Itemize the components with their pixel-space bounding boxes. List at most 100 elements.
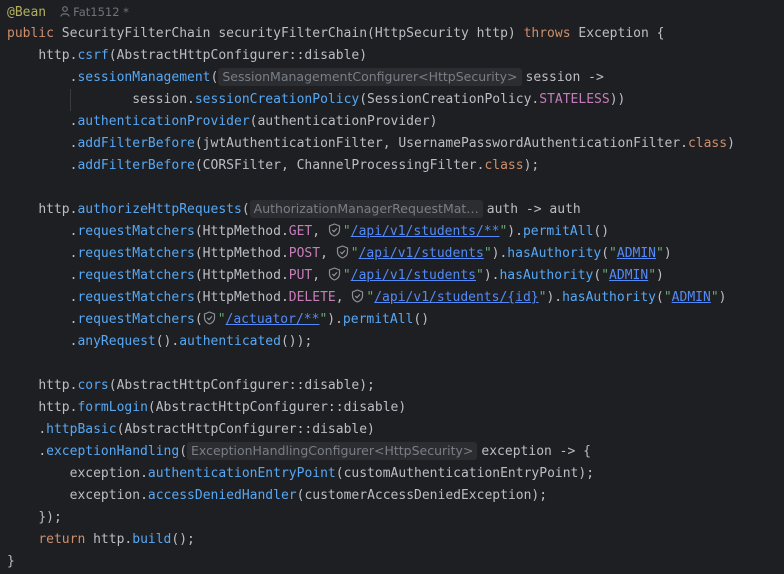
code-text: )) bbox=[609, 92, 626, 107]
code-text: ). bbox=[491, 246, 508, 261]
code-text: (); bbox=[171, 532, 195, 547]
code-text: exception -> { bbox=[481, 444, 591, 459]
type-hint[interactable]: SessionManagementConfigurer<HttpSecurity… bbox=[218, 68, 522, 86]
code-text: ). bbox=[507, 224, 523, 239]
url-link[interactable]: /api/v1/students bbox=[359, 246, 484, 261]
code-line-22: exception.authenticationEntryPoint(custo… bbox=[0, 463, 784, 485]
code-text: ). bbox=[327, 312, 343, 327]
code-text: }); bbox=[38, 510, 62, 525]
code-text: ()); bbox=[280, 334, 313, 349]
method-authentication-provider[interactable]: authenticationProvider bbox=[77, 114, 249, 129]
code-text: (AbstractHttpConfigurer::disable) bbox=[116, 422, 375, 437]
shield-icon[interactable] bbox=[203, 311, 216, 325]
url-link[interactable]: /api/v1/students bbox=[351, 268, 476, 283]
string-quote: " bbox=[710, 290, 719, 305]
string-quote: " bbox=[217, 312, 226, 327]
code-text: ). bbox=[546, 290, 563, 305]
code-text: (HttpMethod. bbox=[194, 246, 289, 261]
code-text: } bbox=[7, 554, 15, 569]
code-text: auth -> auth bbox=[486, 202, 581, 217]
person-icon bbox=[60, 6, 70, 17]
string-quote: " bbox=[663, 290, 672, 305]
constant-http-method: POST bbox=[288, 246, 321, 261]
code-text: () bbox=[593, 224, 610, 239]
shield-icon[interactable] bbox=[351, 289, 364, 303]
method-request-matchers[interactable]: requestMatchers bbox=[77, 290, 194, 305]
code-text: (customAuthenticationEntryPoint); bbox=[335, 466, 595, 481]
string-quote: " bbox=[475, 268, 484, 283]
code-editor[interactable]: @Bean Fat1512 * public SecurityFilterChai… bbox=[0, 0, 784, 574]
method-authentication-entry-point[interactable]: authenticationEntryPoint bbox=[148, 466, 336, 481]
type-hint[interactable]: ExceptionHandlingConfigurer<HttpSecurity… bbox=[187, 442, 478, 460]
constant-http-method: GET bbox=[288, 224, 313, 239]
url-link[interactable]: /actuator/** bbox=[226, 312, 320, 327]
string-quote: " bbox=[648, 268, 657, 283]
code-line-14: .requestMatchers(HttpMethod.DELETE, "/ap… bbox=[0, 287, 784, 309]
code-text: ) bbox=[656, 268, 664, 283]
shield-icon[interactable] bbox=[328, 223, 341, 237]
code-text: ). bbox=[483, 268, 500, 283]
method-csrf[interactable]: csrf bbox=[77, 48, 108, 63]
method-request-matchers[interactable]: requestMatchers bbox=[77, 246, 194, 261]
code-text: () bbox=[413, 312, 430, 327]
method-session-management[interactable]: sessionManagement bbox=[77, 70, 210, 85]
method-build[interactable]: build bbox=[132, 532, 171, 547]
url-link[interactable]: /api/v1/students/** bbox=[351, 224, 500, 239]
method-exception-handling[interactable]: exceptionHandling bbox=[46, 444, 179, 459]
code-text: ( bbox=[210, 70, 219, 85]
method-has-authority[interactable]: hasAuthority bbox=[507, 246, 601, 261]
author-hint[interactable]: Fat1512 * bbox=[60, 5, 129, 19]
method-cors[interactable]: cors bbox=[77, 378, 108, 393]
method-request-matchers[interactable]: requestMatchers bbox=[77, 312, 194, 327]
code-text: (authenticationProvider) bbox=[249, 114, 438, 129]
code-text: . bbox=[38, 422, 47, 437]
shield-icon[interactable] bbox=[328, 267, 341, 281]
code-line-5: session.sessionCreationPolicy(SessionCre… bbox=[0, 89, 784, 111]
method-http-basic[interactable]: httpBasic bbox=[46, 422, 116, 437]
method-authenticated[interactable]: authenticated bbox=[179, 334, 281, 349]
code-text: http. bbox=[38, 378, 78, 393]
type-hint[interactable]: AuthorizationManagerRequestMat… bbox=[249, 200, 483, 218]
code-text: session. bbox=[132, 92, 195, 107]
code-text: ( bbox=[194, 312, 203, 327]
code-line-18: http.cors(AbstractHttpConfigurer::disabl… bbox=[0, 375, 784, 397]
authority-string[interactable]: ADMIN bbox=[609, 268, 648, 283]
code-text: http. bbox=[38, 202, 78, 217]
code-text: http. bbox=[38, 48, 78, 63]
authority-string[interactable]: ADMIN bbox=[617, 246, 656, 261]
method-add-filter-before[interactable]: addFilterBefore bbox=[77, 158, 194, 173]
string-quote: " bbox=[601, 268, 610, 283]
method-request-matchers[interactable]: requestMatchers bbox=[77, 224, 194, 239]
method-request-matchers[interactable]: requestMatchers bbox=[77, 268, 194, 283]
code-text: ( bbox=[179, 444, 188, 459]
code-text: (HttpMethod. bbox=[194, 290, 289, 305]
exception-type: Exception { bbox=[578, 26, 665, 41]
method-permit-all[interactable]: permitAll bbox=[523, 224, 593, 239]
string-quote: " bbox=[350, 246, 359, 261]
constant-stateless: STATELESS bbox=[539, 92, 610, 107]
method-access-denied-handler[interactable]: accessDeniedHandler bbox=[148, 488, 297, 503]
authority-string[interactable]: ADMIN bbox=[672, 290, 711, 305]
method-add-filter-before[interactable]: addFilterBefore bbox=[77, 136, 194, 151]
code-line-10: http.authorizeHttpRequests(Authorization… bbox=[0, 199, 784, 221]
method-signature: SecurityFilterChain securityFilterChain(… bbox=[61, 26, 516, 41]
author-name: Fat1512 * bbox=[73, 5, 129, 19]
string-quote: " bbox=[656, 246, 664, 261]
url-link[interactable]: /api/v1/students/{id} bbox=[374, 290, 538, 305]
method-permit-all[interactable]: permitAll bbox=[343, 312, 413, 327]
method-has-authority[interactable]: hasAuthority bbox=[562, 290, 656, 305]
shield-icon[interactable] bbox=[336, 245, 349, 259]
code-line-20: .httpBasic(AbstractHttpConfigurer::disab… bbox=[0, 419, 784, 441]
code-line-23: exception.accessDeniedHandler(customerAc… bbox=[0, 485, 784, 507]
method-any-request[interactable]: anyRequest bbox=[77, 334, 155, 349]
method-session-creation-policy[interactable]: sessionCreationPolicy bbox=[195, 92, 359, 107]
code-text: (). bbox=[155, 334, 180, 349]
method-has-authority[interactable]: hasAuthority bbox=[499, 268, 593, 283]
code-line-4: .sessionManagement(SessionManagementConf… bbox=[0, 67, 784, 89]
code-line-12: .requestMatchers(HttpMethod.POST, "/api/… bbox=[0, 243, 784, 265]
method-authorize-http-requests[interactable]: authorizeHttpRequests bbox=[77, 202, 241, 217]
code-line-1: @Bean Fat1512 * bbox=[0, 1, 784, 23]
code-text: (CORSFilter, ChannelProcessingFilter. bbox=[194, 158, 485, 173]
keyword-public: public bbox=[7, 26, 54, 41]
method-form-login[interactable]: formLogin bbox=[77, 400, 147, 415]
